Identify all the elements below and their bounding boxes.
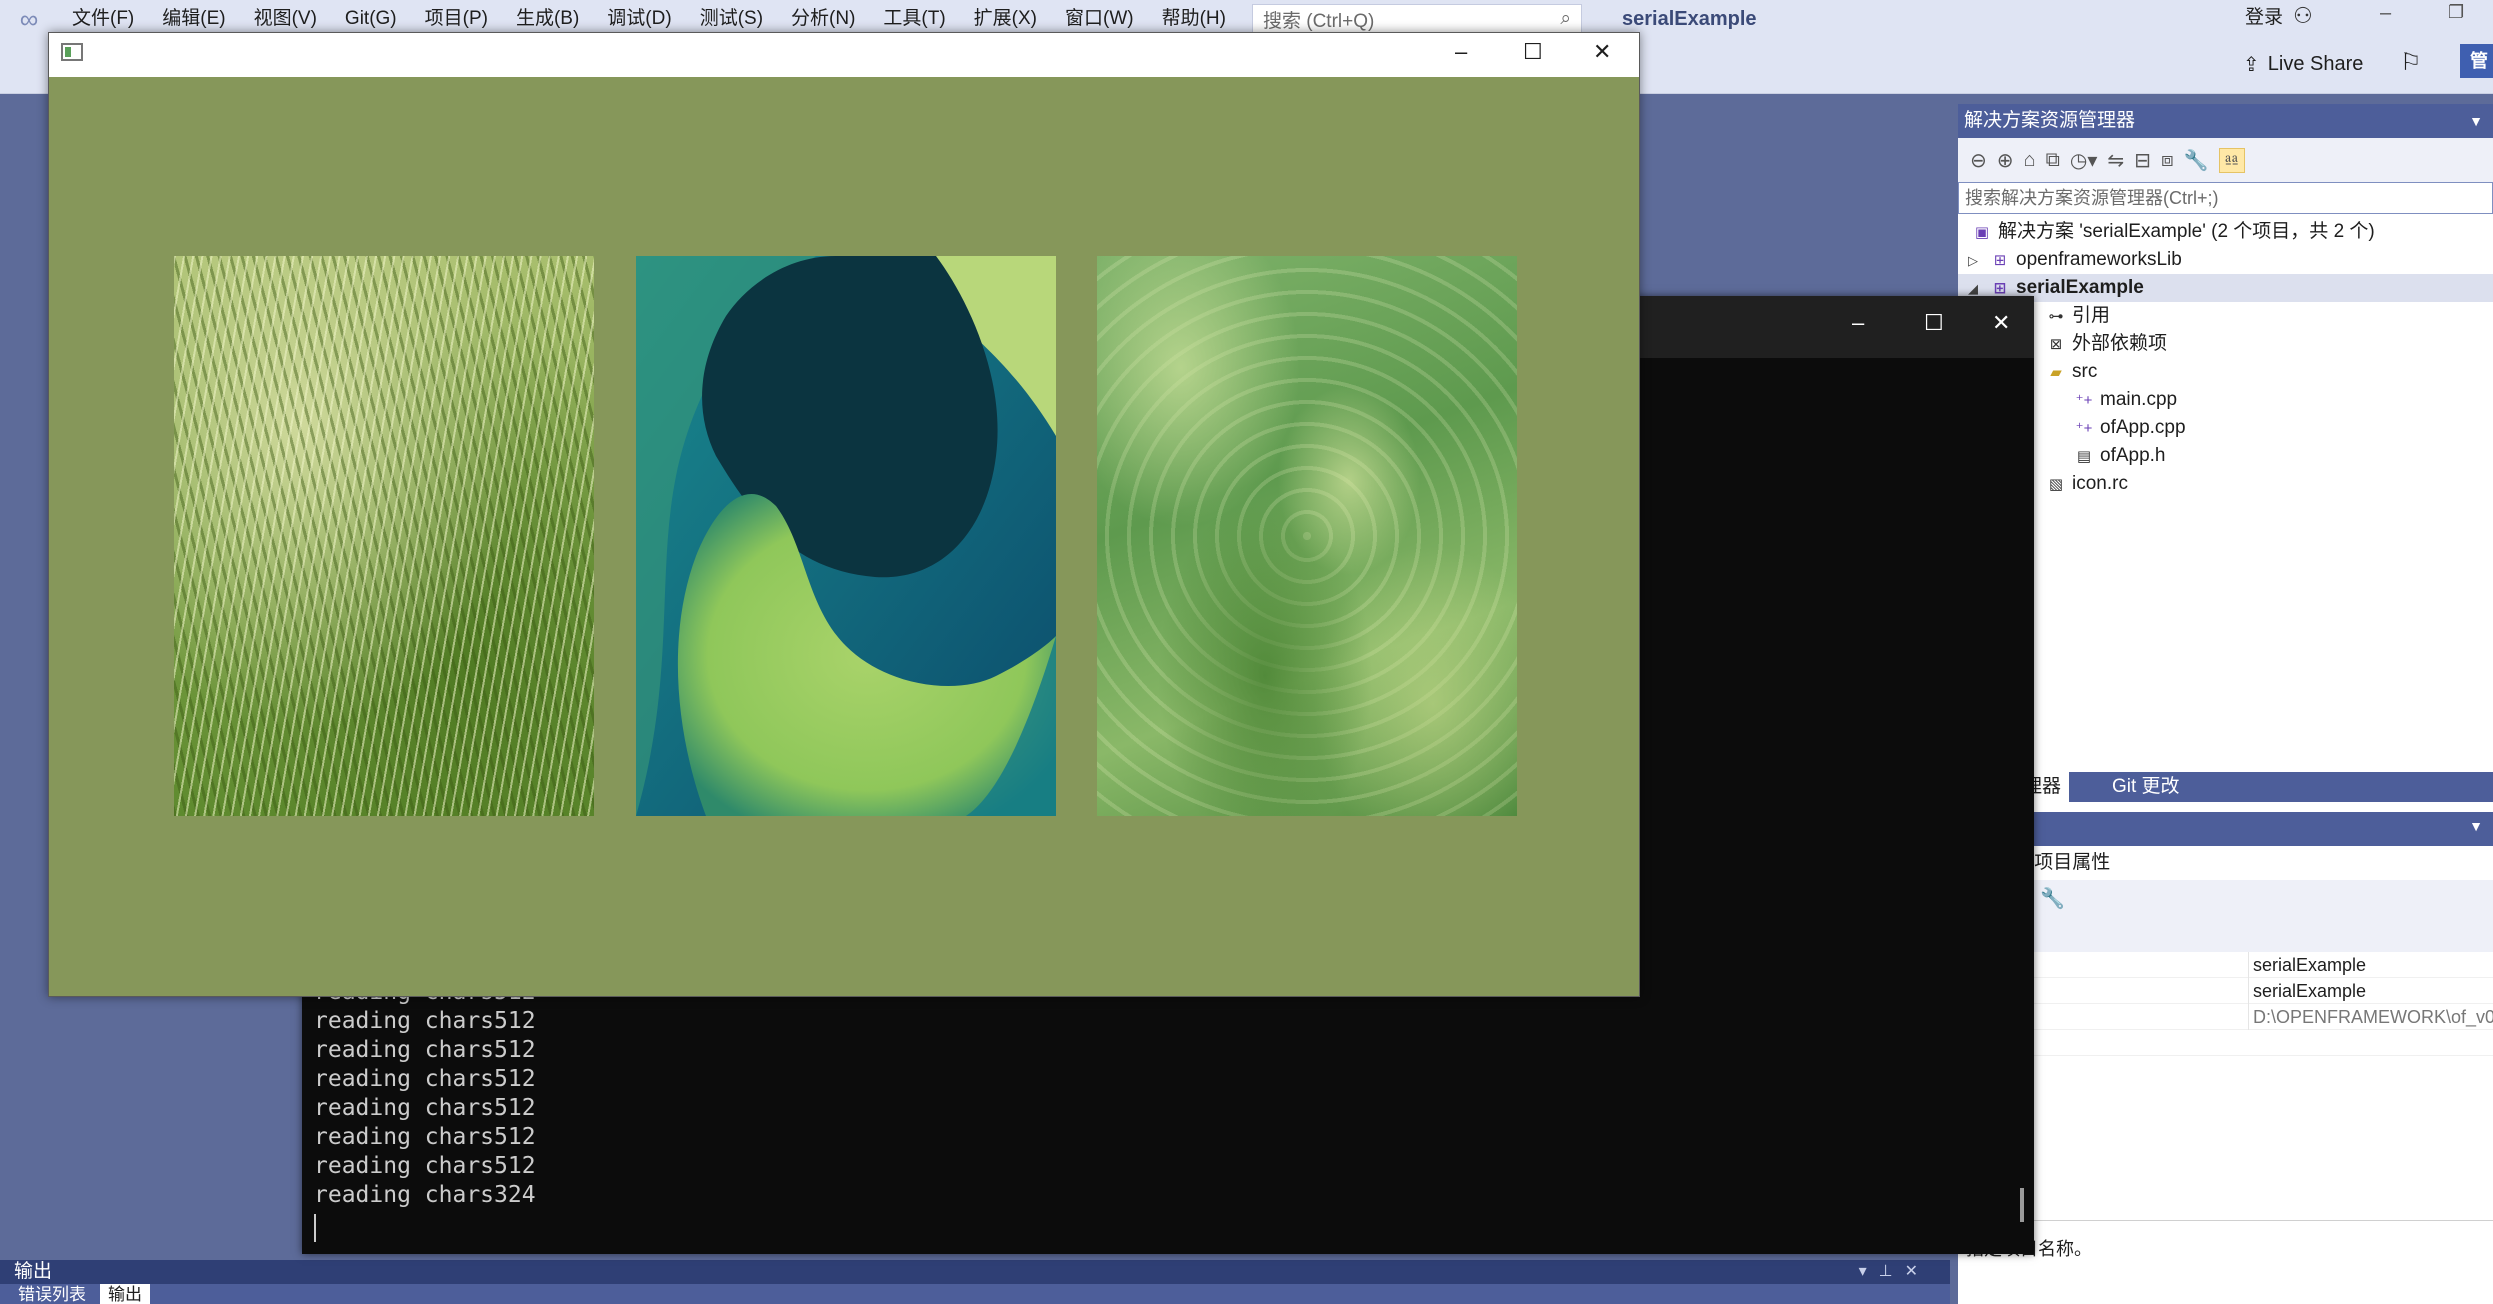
console-scrollbar[interactable]: [2020, 1188, 2024, 1222]
tree-item-main-cpp[interactable]: ⁺+ main.cpp: [1958, 386, 2493, 414]
preview-toggle-icon[interactable]: ⎂: [2218, 147, 2245, 173]
live-share-label: Live Share: [2267, 53, 2364, 75]
console-line: reading chars512: [314, 1066, 536, 1092]
app-maximize-button[interactable]: ☐: [1523, 39, 1543, 65]
console-line: reading chars512: [314, 1153, 536, 1179]
pin-icon[interactable]: ⊥: [1879, 1263, 1905, 1280]
openframeworks-app-window: – ☐ ✕: [48, 32, 1640, 997]
tree-item-icon-rc[interactable]: ▧ icon.rc: [1958, 470, 2493, 498]
switch-view-icon[interactable]: ⧉: [2046, 149, 2060, 172]
forward-icon[interactable]: ⊕: [1997, 148, 2014, 173]
dropdown-icon[interactable]: ▾: [1859, 1263, 1879, 1280]
property-description: 指定项目名称。: [1958, 1220, 2493, 1304]
property-pages-wrench-icon[interactable]: 🔧: [2040, 886, 2065, 911]
header-file-icon: ▤: [2076, 448, 2092, 465]
tree-item-solution[interactable]: ▣ 解决方案 'serialExample' (2 个项目，共 2 个): [1958, 218, 2493, 246]
solution-explorer-header: 解决方案资源管理器 ▼: [1958, 104, 2493, 138]
app-titlebar: – ☐ ✕: [49, 33, 1639, 77]
properties-header: ▼: [1958, 812, 2493, 846]
tab-error-list[interactable]: 错误列表: [10, 1284, 94, 1304]
solution-explorer-panel: 解决方案资源管理器 ▼ ⊖ ⊕ ⌂ ⧉ ◷▾ ⇋ ⊟ ⧈ 🔧 ⎂ 搜索解决方案资…: [1958, 104, 2493, 1304]
vs-minimize-button[interactable]: –: [2380, 2, 2391, 25]
solution-search-input[interactable]: 搜索解决方案资源管理器(Ctrl+;): [1958, 182, 2493, 214]
console-line: reading chars512: [314, 1037, 536, 1063]
vs-search-box[interactable]: 搜索 (Ctrl+Q) ⌕: [1251, 4, 1582, 34]
output-panel-header: 输出 ▾⊥✕: [0, 1260, 1950, 1284]
app-window-icon: [61, 43, 83, 61]
properties-object-title: ample 项目属性: [1958, 846, 2493, 880]
tree-item-ofapp-cpp[interactable]: ⁺+ ofApp.cpp: [1958, 414, 2493, 442]
cpp-file-icon: ⁺+: [2075, 392, 2093, 409]
property-row[interactable]: 空间serialExample: [1958, 978, 2493, 1004]
show-all-files-icon[interactable]: ⧈: [2161, 149, 2174, 172]
cpp-file-icon: ⁺+: [2075, 420, 2093, 437]
external-deps-icon: ⊠: [2049, 336, 2063, 353]
tree-item-serialexample[interactable]: ◢ ⊞ serialExample: [1958, 274, 2493, 302]
output-title: 输出: [14, 1261, 53, 1282]
collapse-all-icon[interactable]: ⊟: [2134, 148, 2151, 173]
app-minimize-button[interactable]: –: [1455, 39, 1467, 65]
property-row[interactable]: 赖项: [1958, 1030, 2493, 1056]
tab-output[interactable]: 输出: [100, 1284, 150, 1304]
output-tabs: 错误列表 输出: [0, 1284, 1950, 1304]
abstract-wave-image: [636, 256, 1056, 816]
cpp-project-icon: ⊞: [1993, 252, 2007, 269]
back-icon[interactable]: ⊖: [1970, 148, 1987, 173]
tree-item-external-deps[interactable]: ⊠ 外部依赖项: [1958, 330, 2493, 358]
tree-item-ofapp-h[interactable]: ▤ ofApp.h: [1958, 442, 2493, 470]
property-row[interactable]: 件D:\OPENFRAMEWORK\of_v0: [1958, 1004, 2493, 1030]
references-icon: ⊶: [2048, 308, 2064, 325]
collapse-arrow-icon[interactable]: ◢: [1968, 281, 1978, 296]
tree-item-references[interactable]: ⊶ 引用: [1958, 302, 2493, 330]
solution-icon: ▣: [1974, 224, 1990, 241]
properties-grid: serialExample 空间serialExample 件D:\OPENFR…: [1958, 952, 2493, 1056]
console-output: reading chars512 reading chars512 readin…: [314, 978, 536, 1210]
app-close-button[interactable]: ✕: [1593, 39, 1611, 65]
solution-explorer-tabs: 资源管理器 Git 更改: [1958, 772, 2493, 802]
live-share-button[interactable]: ⇪ Live Share: [2243, 52, 2363, 77]
solution-title: serialExample: [1621, 7, 1757, 30]
properties-toolbar: 🔧: [1958, 880, 2493, 918]
console-line: reading chars512: [314, 1124, 536, 1150]
login-link[interactable]: 登录: [2245, 0, 2283, 36]
tree-item-src[interactable]: ▰ src: [1958, 358, 2493, 386]
water-surface-image: [1097, 256, 1517, 816]
solution-explorer-title: 解决方案资源管理器: [1964, 110, 2136, 131]
console-minimize-button[interactable]: –: [1852, 310, 1864, 336]
search-icon: ⌕: [1560, 8, 1571, 29]
panel-dropdown-icon[interactable]: ▼: [2469, 818, 2483, 834]
solution-tree: ▣ 解决方案 'serialExample' (2 个项目，共 2 个) ▷ ⊞ op…: [1958, 218, 2493, 498]
vs-restore-button[interactable]: ❐: [2448, 2, 2464, 23]
properties-wrench-icon[interactable]: 🔧: [2184, 148, 2209, 173]
account-icon[interactable]: ⚇: [2293, 3, 2313, 29]
console-line: reading chars512: [314, 1095, 536, 1121]
wave-shape: [636, 256, 1056, 816]
history-icon[interactable]: ◷▾: [2070, 148, 2098, 173]
grass-image: [174, 256, 594, 816]
admin-badge[interactable]: 管: [2460, 44, 2493, 78]
vs-search-placeholder: 搜索 (Ctrl+Q): [1262, 10, 1375, 32]
solution-explorer-toolbar: ⊖ ⊕ ⌂ ⧉ ◷▾ ⇋ ⊟ ⧈ 🔧 ⎂: [1958, 138, 2493, 182]
sync-icon[interactable]: ⇋: [2107, 148, 2124, 173]
console-close-button[interactable]: ✕: [1992, 310, 2010, 336]
folder-icon: ▰: [2050, 364, 2062, 381]
console-line: reading chars512: [314, 1008, 536, 1034]
properties-category: [1958, 918, 2493, 952]
resource-file-icon: ▧: [2048, 476, 2064, 493]
console-maximize-button[interactable]: ☐: [1924, 310, 1944, 336]
share-icon: ⇪: [2243, 54, 2260, 76]
property-row[interactable]: serialExample: [1958, 952, 2493, 978]
tab-git-changes[interactable]: Git 更改: [2104, 772, 2188, 802]
home-icon[interactable]: ⌂: [2024, 149, 2036, 172]
close-icon[interactable]: ✕: [1905, 1263, 1930, 1280]
tree-item-openframeworkslib[interactable]: ▷ ⊞ openframeworksLib: [1958, 246, 2493, 274]
text-cursor: [314, 1214, 316, 1242]
expand-arrow-icon[interactable]: ▷: [1968, 253, 1978, 268]
feedback-icon[interactable]: ⚐: [2400, 48, 2422, 77]
console-line: reading chars324: [314, 1182, 536, 1208]
panel-dropdown-icon[interactable]: ▼: [2469, 104, 2483, 138]
